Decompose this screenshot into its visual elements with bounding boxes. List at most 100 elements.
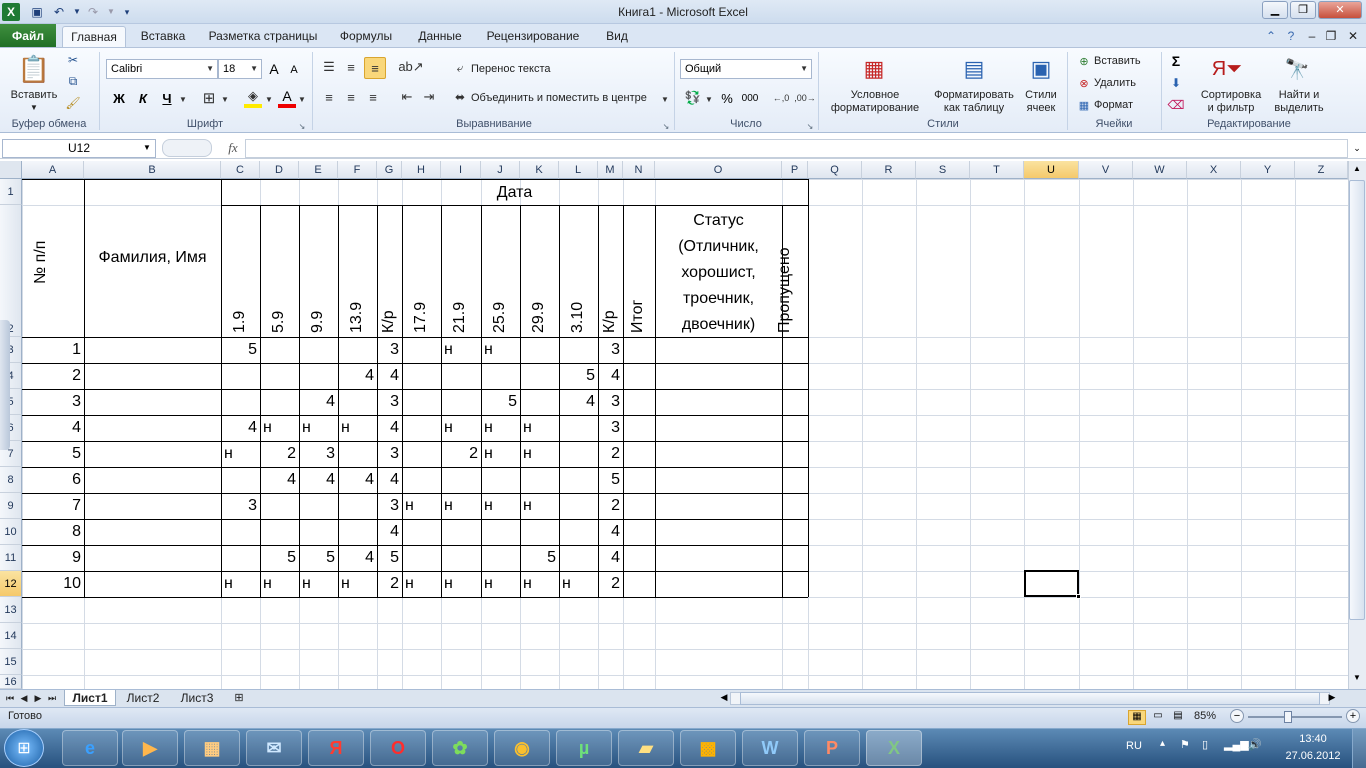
currency-dropdown-icon[interactable]: ▼ bbox=[704, 92, 714, 106]
row-header-16[interactable]: 16 bbox=[0, 675, 22, 689]
undo-icon[interactable]: ↶ bbox=[50, 3, 68, 21]
last-sheet-icon[interactable]: ⏭ bbox=[46, 690, 58, 706]
data-cell[interactable]: 3 bbox=[221, 493, 260, 519]
taskbar-word-icon[interactable]: W bbox=[742, 730, 798, 766]
merge-center-button[interactable]: Объединить и поместить в центре bbox=[471, 92, 661, 104]
data-cell[interactable] bbox=[402, 519, 441, 545]
data-cell[interactable] bbox=[559, 441, 598, 467]
borders-icon[interactable]: ⊞ bbox=[200, 89, 218, 107]
data-cell[interactable] bbox=[221, 519, 260, 545]
row-header-13[interactable]: 13 bbox=[0, 597, 22, 623]
align-left-icon[interactable]: ≡ bbox=[320, 88, 338, 106]
taskbar-excel-icon[interactable]: X bbox=[866, 730, 922, 766]
row-header-2[interactable]: 2 bbox=[0, 205, 22, 337]
data-cell[interactable] bbox=[221, 363, 260, 389]
thousands-separator-button[interactable]: 000 bbox=[740, 89, 760, 107]
help-icon[interactable]: ? bbox=[1282, 26, 1300, 48]
column-header-Q[interactable]: Q bbox=[808, 161, 862, 179]
cut-icon[interactable]: ✂ bbox=[64, 52, 82, 68]
data-cell[interactable] bbox=[221, 389, 260, 415]
data-cell[interactable]: н bbox=[299, 415, 338, 441]
column-header-S[interactable]: S bbox=[916, 161, 970, 179]
taskbar-media-player-icon[interactable]: ▶ bbox=[122, 730, 178, 766]
student-name-cell[interactable] bbox=[84, 363, 221, 389]
font-dialog-launcher-icon[interactable]: ↘ bbox=[297, 121, 307, 131]
alignment-dialog-launcher-icon[interactable]: ↘ bbox=[661, 121, 671, 131]
data-cell[interactable] bbox=[520, 467, 559, 493]
data-cell[interactable]: н bbox=[221, 571, 260, 597]
data-cell[interactable]: н bbox=[441, 571, 481, 597]
taskbar-mail-icon[interactable]: ✉ bbox=[246, 730, 302, 766]
row-number[interactable]: 10 bbox=[22, 571, 84, 597]
copy-icon[interactable]: ⧉ bbox=[64, 73, 82, 89]
tab-data[interactable]: Данные bbox=[408, 26, 472, 48]
data-cell[interactable]: 5 bbox=[299, 545, 338, 571]
save-icon[interactable]: ▣ bbox=[28, 3, 46, 21]
header-date-col-10[interactable]: 3.10 bbox=[569, 302, 587, 333]
tab-view[interactable]: Вид bbox=[594, 26, 640, 48]
paste-icon[interactable]: 📋 bbox=[16, 52, 52, 86]
data-cell[interactable] bbox=[441, 363, 481, 389]
number-format-combo[interactable]: Общий ▼ bbox=[680, 59, 812, 79]
tab-page-layout[interactable]: Разметка страницы bbox=[200, 26, 326, 48]
insert-sheet-icon[interactable]: ⊞ bbox=[228, 690, 250, 706]
student-name-cell[interactable] bbox=[84, 467, 221, 493]
taskbar-app-icon[interactable]: ▦ bbox=[184, 730, 240, 766]
data-cell[interactable] bbox=[481, 467, 520, 493]
header-date-col-12[interactable]: Итог bbox=[629, 300, 647, 333]
redo-icon[interactable]: ↷ bbox=[84, 3, 102, 21]
first-sheet-icon[interactable]: ⏮ bbox=[4, 690, 16, 706]
normal-view-icon[interactable]: ▦ bbox=[1128, 710, 1146, 725]
insert-cells-button[interactable]: Вставить bbox=[1094, 55, 1154, 67]
fill-handle[interactable] bbox=[1076, 594, 1081, 599]
row-number[interactable]: 1 bbox=[22, 337, 84, 363]
header-date-col-8[interactable]: 25.9 bbox=[491, 302, 509, 333]
data-cell[interactable]: 3 bbox=[598, 415, 623, 441]
data-cell[interactable] bbox=[338, 337, 377, 363]
sheet-tab-1[interactable]: Лист1 bbox=[64, 690, 116, 706]
fill-icon[interactable]: ⬇ bbox=[1168, 75, 1184, 91]
autosum-button[interactable]: Σ bbox=[1168, 52, 1184, 70]
column-header-W[interactable]: W bbox=[1133, 161, 1187, 179]
sort-filter-label-2[interactable]: и фильтр bbox=[1196, 102, 1266, 114]
student-name-cell[interactable] bbox=[84, 493, 221, 519]
data-cell[interactable]: н bbox=[520, 571, 559, 597]
header-date-col-11[interactable]: К/р bbox=[601, 310, 619, 333]
data-cell[interactable]: 4 bbox=[338, 545, 377, 571]
data-cell[interactable] bbox=[299, 363, 338, 389]
delete-cells-button[interactable]: Удалить bbox=[1094, 77, 1154, 89]
row-number[interactable]: 3 bbox=[22, 389, 84, 415]
data-cell[interactable]: 4 bbox=[559, 389, 598, 415]
header-status-line-5[interactable]: двоечник) bbox=[655, 312, 782, 338]
clear-icon[interactable]: ⌫ bbox=[1168, 97, 1185, 113]
formula-input[interactable] bbox=[245, 139, 1348, 158]
minimize-ribbon-icon[interactable]: ⌃ bbox=[1262, 26, 1280, 48]
data-cell[interactable]: 4 bbox=[377, 363, 402, 389]
data-cell[interactable]: 5 bbox=[481, 389, 520, 415]
data-cell[interactable] bbox=[559, 415, 598, 441]
scroll-up-arrow-icon[interactable]: ▲ bbox=[1349, 164, 1365, 178]
column-header-N[interactable]: N bbox=[623, 161, 655, 179]
tray-time[interactable]: 13:40 bbox=[1278, 733, 1348, 745]
header-status-line-2[interactable]: (Отличник, bbox=[655, 234, 782, 260]
column-header-M[interactable]: M bbox=[598, 161, 623, 179]
tab-formulas[interactable]: Формулы bbox=[332, 26, 400, 48]
data-cell[interactable]: н bbox=[520, 441, 559, 467]
data-cell[interactable] bbox=[338, 519, 377, 545]
student-name-cell[interactable] bbox=[84, 415, 221, 441]
data-cell[interactable]: 4 bbox=[377, 467, 402, 493]
data-cell[interactable] bbox=[221, 467, 260, 493]
horizontal-scroll-thumb[interactable] bbox=[740, 692, 1320, 705]
decrease-indent-icon[interactable]: ⇤ bbox=[398, 88, 416, 106]
data-cell[interactable] bbox=[559, 493, 598, 519]
data-cell[interactable]: н bbox=[481, 441, 520, 467]
data-cell[interactable]: 4 bbox=[598, 545, 623, 571]
maximize-button[interactable]: ❐ bbox=[1290, 1, 1316, 19]
data-cell[interactable] bbox=[402, 363, 441, 389]
student-name-cell[interactable] bbox=[84, 389, 221, 415]
data-cell[interactable]: 5 bbox=[377, 545, 402, 571]
row-header-11[interactable]: 11 bbox=[0, 545, 22, 571]
header-status-line-1[interactable]: Статус bbox=[655, 208, 782, 234]
data-cell[interactable] bbox=[559, 337, 598, 363]
fill-color-dropdown-icon[interactable]: ▼ bbox=[264, 92, 274, 106]
